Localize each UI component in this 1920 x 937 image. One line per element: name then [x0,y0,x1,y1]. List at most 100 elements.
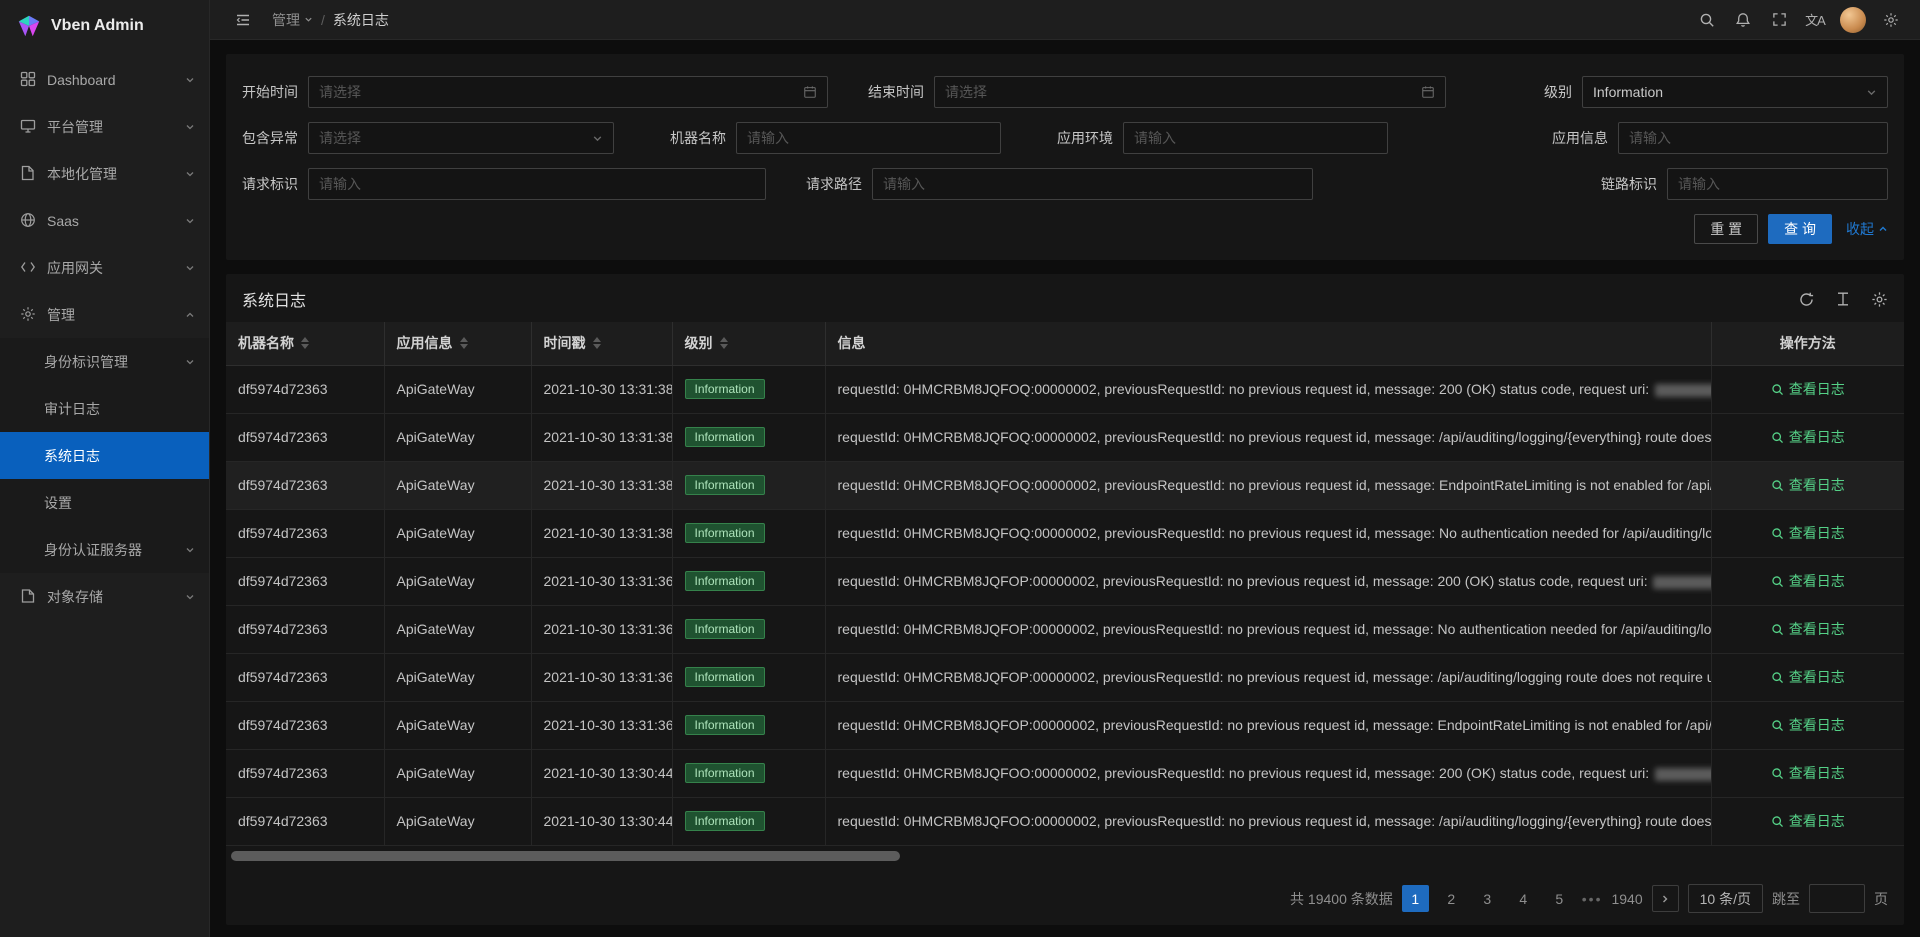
column-header-timestamp[interactable]: 时间戳 [531,322,672,365]
next-page-button[interactable] [1652,885,1679,912]
sidebar-item-app-gateway[interactable]: 应用网关 [0,244,209,291]
sidebar-item-label: 身份标识管理 [44,352,185,372]
has-exception-select[interactable] [308,122,614,154]
level-badge: Information [685,811,765,831]
column-header-actions: 操作方法 [1711,322,1904,365]
column-header-message: 信息 [825,322,1711,365]
horizontal-scrollbar [229,851,1901,861]
breadcrumb-management[interactable]: 管理 [272,10,313,30]
cell-message: requestId: 0HMCRBM8JQFOP:00000002, previ… [825,701,1711,749]
view-log-link[interactable]: 查看日志 [1771,667,1845,687]
column-height-icon[interactable] [1835,291,1851,307]
view-log-link[interactable]: 查看日志 [1771,475,1845,495]
page-button-last[interactable]: 1940 [1611,885,1642,912]
sidebar-toggle-icon[interactable] [228,5,258,35]
cell-machine-name: df5974d72363 [226,413,384,461]
sidebar-item-settings[interactable]: 设置 [0,479,209,526]
cell-app-info: ApiGateWay [384,749,531,797]
column-header-level[interactable]: 级别 [672,322,825,365]
dashboard-icon [20,71,37,88]
view-log-link[interactable]: 查看日志 [1771,379,1845,399]
sidebar-item-platform-management[interactable]: 平台管理 [0,103,209,150]
sidebar-item-label: 身份认证服务器 [44,540,185,560]
top-header: 管理 / 系统日志 文A [210,0,1920,40]
request-id-input[interactable] [308,168,766,200]
app-env-input[interactable] [1123,122,1388,154]
sidebar-item-identity-management[interactable]: 身份标识管理 [0,338,209,385]
chevron-up-icon [185,310,195,320]
view-log-link[interactable]: 查看日志 [1771,811,1845,831]
request-path-input[interactable] [872,168,1313,200]
cell-level: Information [672,749,825,797]
search-icon [1771,719,1784,732]
settings-gear-icon[interactable] [1876,5,1906,35]
chevron-down-icon [185,357,195,367]
collapse-link[interactable]: 收起 [1846,219,1888,239]
cell-actions: 查看日志 [1711,701,1904,749]
cell-machine-name: df5974d72363 [226,605,384,653]
app-logo[interactable]: Vben Admin [0,0,209,52]
view-log-link[interactable]: 查看日志 [1771,763,1845,783]
bell-icon[interactable] [1728,5,1758,35]
filter-field-request-id: 请求标识 [242,168,766,200]
sidebar-item-management[interactable]: 管理 [0,291,209,338]
pagination: 共 19400 条数据 1 2 3 4 5 ••• 1940 10 条/页 跳至… [226,876,1904,925]
breadcrumb: 管理 / 系统日志 [272,10,389,30]
trace-id-input[interactable] [1667,168,1888,200]
sidebar-item-system-logs[interactable]: 系统日志 [0,432,209,479]
cell-actions: 查看日志 [1711,557,1904,605]
cell-app-info: ApiGateWay [384,797,531,845]
page-button-2[interactable]: 2 [1438,885,1465,912]
page-button-5[interactable]: 5 [1546,885,1573,912]
search-icon[interactable] [1692,5,1722,35]
reset-button[interactable]: 重 置 [1694,214,1758,244]
cell-message: requestId: 0HMCRBM8JQFOQ:00000002, previ… [825,461,1711,509]
view-log-link[interactable]: 查看日志 [1771,715,1845,735]
page-size-select[interactable]: 10 条/页 [1688,884,1763,913]
cell-message: requestId: 0HMCRBM8JQFOP:00000002, previ… [825,605,1711,653]
sidebar-item-localization-management[interactable]: 本地化管理 [0,150,209,197]
pagination-ellipsis[interactable]: ••• [1582,891,1603,907]
sidebar-item-saas[interactable]: Saas [0,197,209,244]
sidebar-item-audit-logs[interactable]: 审计日志 [0,385,209,432]
cell-level: Information [672,413,825,461]
refresh-icon[interactable] [1798,291,1815,308]
end-time-input[interactable] [934,76,1446,108]
view-log-link[interactable]: 查看日志 [1771,523,1845,543]
level-select[interactable] [1582,76,1888,108]
avatar[interactable] [1840,7,1866,33]
scrollbar-thumb[interactable] [231,851,900,861]
view-log-link[interactable]: 查看日志 [1771,619,1845,639]
search-icon [1771,623,1784,636]
cell-machine-name: df5974d72363 [226,701,384,749]
search-button[interactable]: 查 询 [1768,214,1832,244]
chevron-down-icon [185,122,195,132]
cell-machine-name: df5974d72363 [226,797,384,845]
sidebar-item-dashboard[interactable]: Dashboard [0,56,209,103]
jump-page-input[interactable] [1809,884,1865,913]
view-log-link[interactable]: 查看日志 [1771,571,1845,591]
page-button-3[interactable]: 3 [1474,885,1501,912]
redacted-text [1655,384,1711,397]
cell-actions: 查看日志 [1711,365,1904,413]
sort-icons [460,337,468,349]
level-label: 级别 [1544,82,1572,102]
column-header-machine-name[interactable]: 机器名称 [226,322,384,365]
page-button-4[interactable]: 4 [1510,885,1537,912]
chevron-up-icon [1878,224,1888,234]
trace-id-label: 链路标识 [1601,174,1657,194]
translate-icon[interactable]: 文A [1800,5,1830,35]
level-badge: Information [685,571,765,591]
app-info-input[interactable] [1618,122,1888,154]
column-settings-gear-icon[interactable] [1871,291,1888,308]
sidebar-item-label: 应用网关 [47,258,175,278]
page-button-1[interactable]: 1 [1402,885,1429,912]
cell-timestamp: 2021-10-30 13:31:36 [531,701,672,749]
sidebar-item-identity-auth-server[interactable]: 身份认证服务器 [0,526,209,573]
fullscreen-icon[interactable] [1764,5,1794,35]
view-log-link[interactable]: 查看日志 [1771,427,1845,447]
column-header-app-info[interactable]: 应用信息 [384,322,531,365]
start-time-input[interactable] [308,76,828,108]
sidebar-item-object-storage[interactable]: 对象存储 [0,573,209,620]
machine-name-input[interactable] [736,122,1001,154]
